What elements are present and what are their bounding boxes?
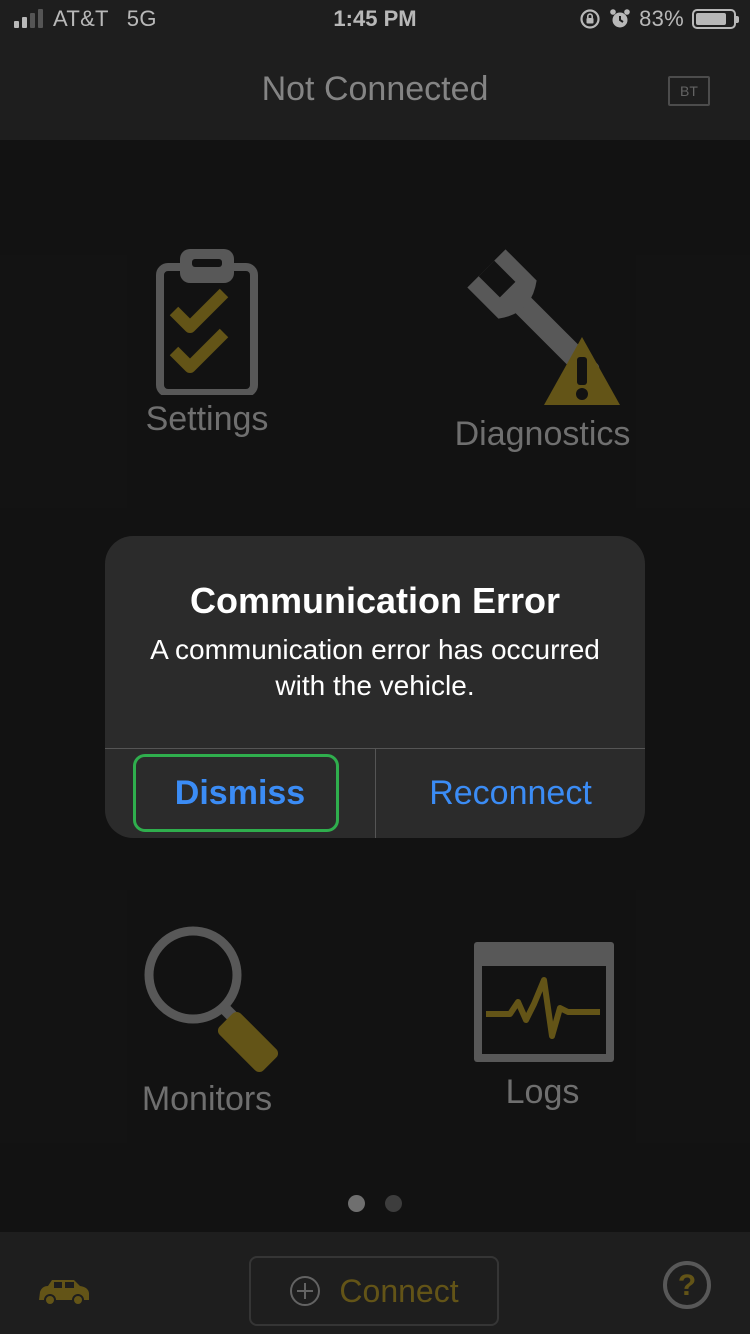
- alert-dialog: Communication Error A communication erro…: [105, 536, 645, 838]
- reconnect-button[interactable]: Reconnect: [376, 749, 645, 838]
- alert-message: A communication error has occurred with …: [150, 634, 600, 701]
- dismiss-button[interactable]: Dismiss: [105, 749, 375, 838]
- alert-title: Communication Error: [189, 580, 561, 621]
